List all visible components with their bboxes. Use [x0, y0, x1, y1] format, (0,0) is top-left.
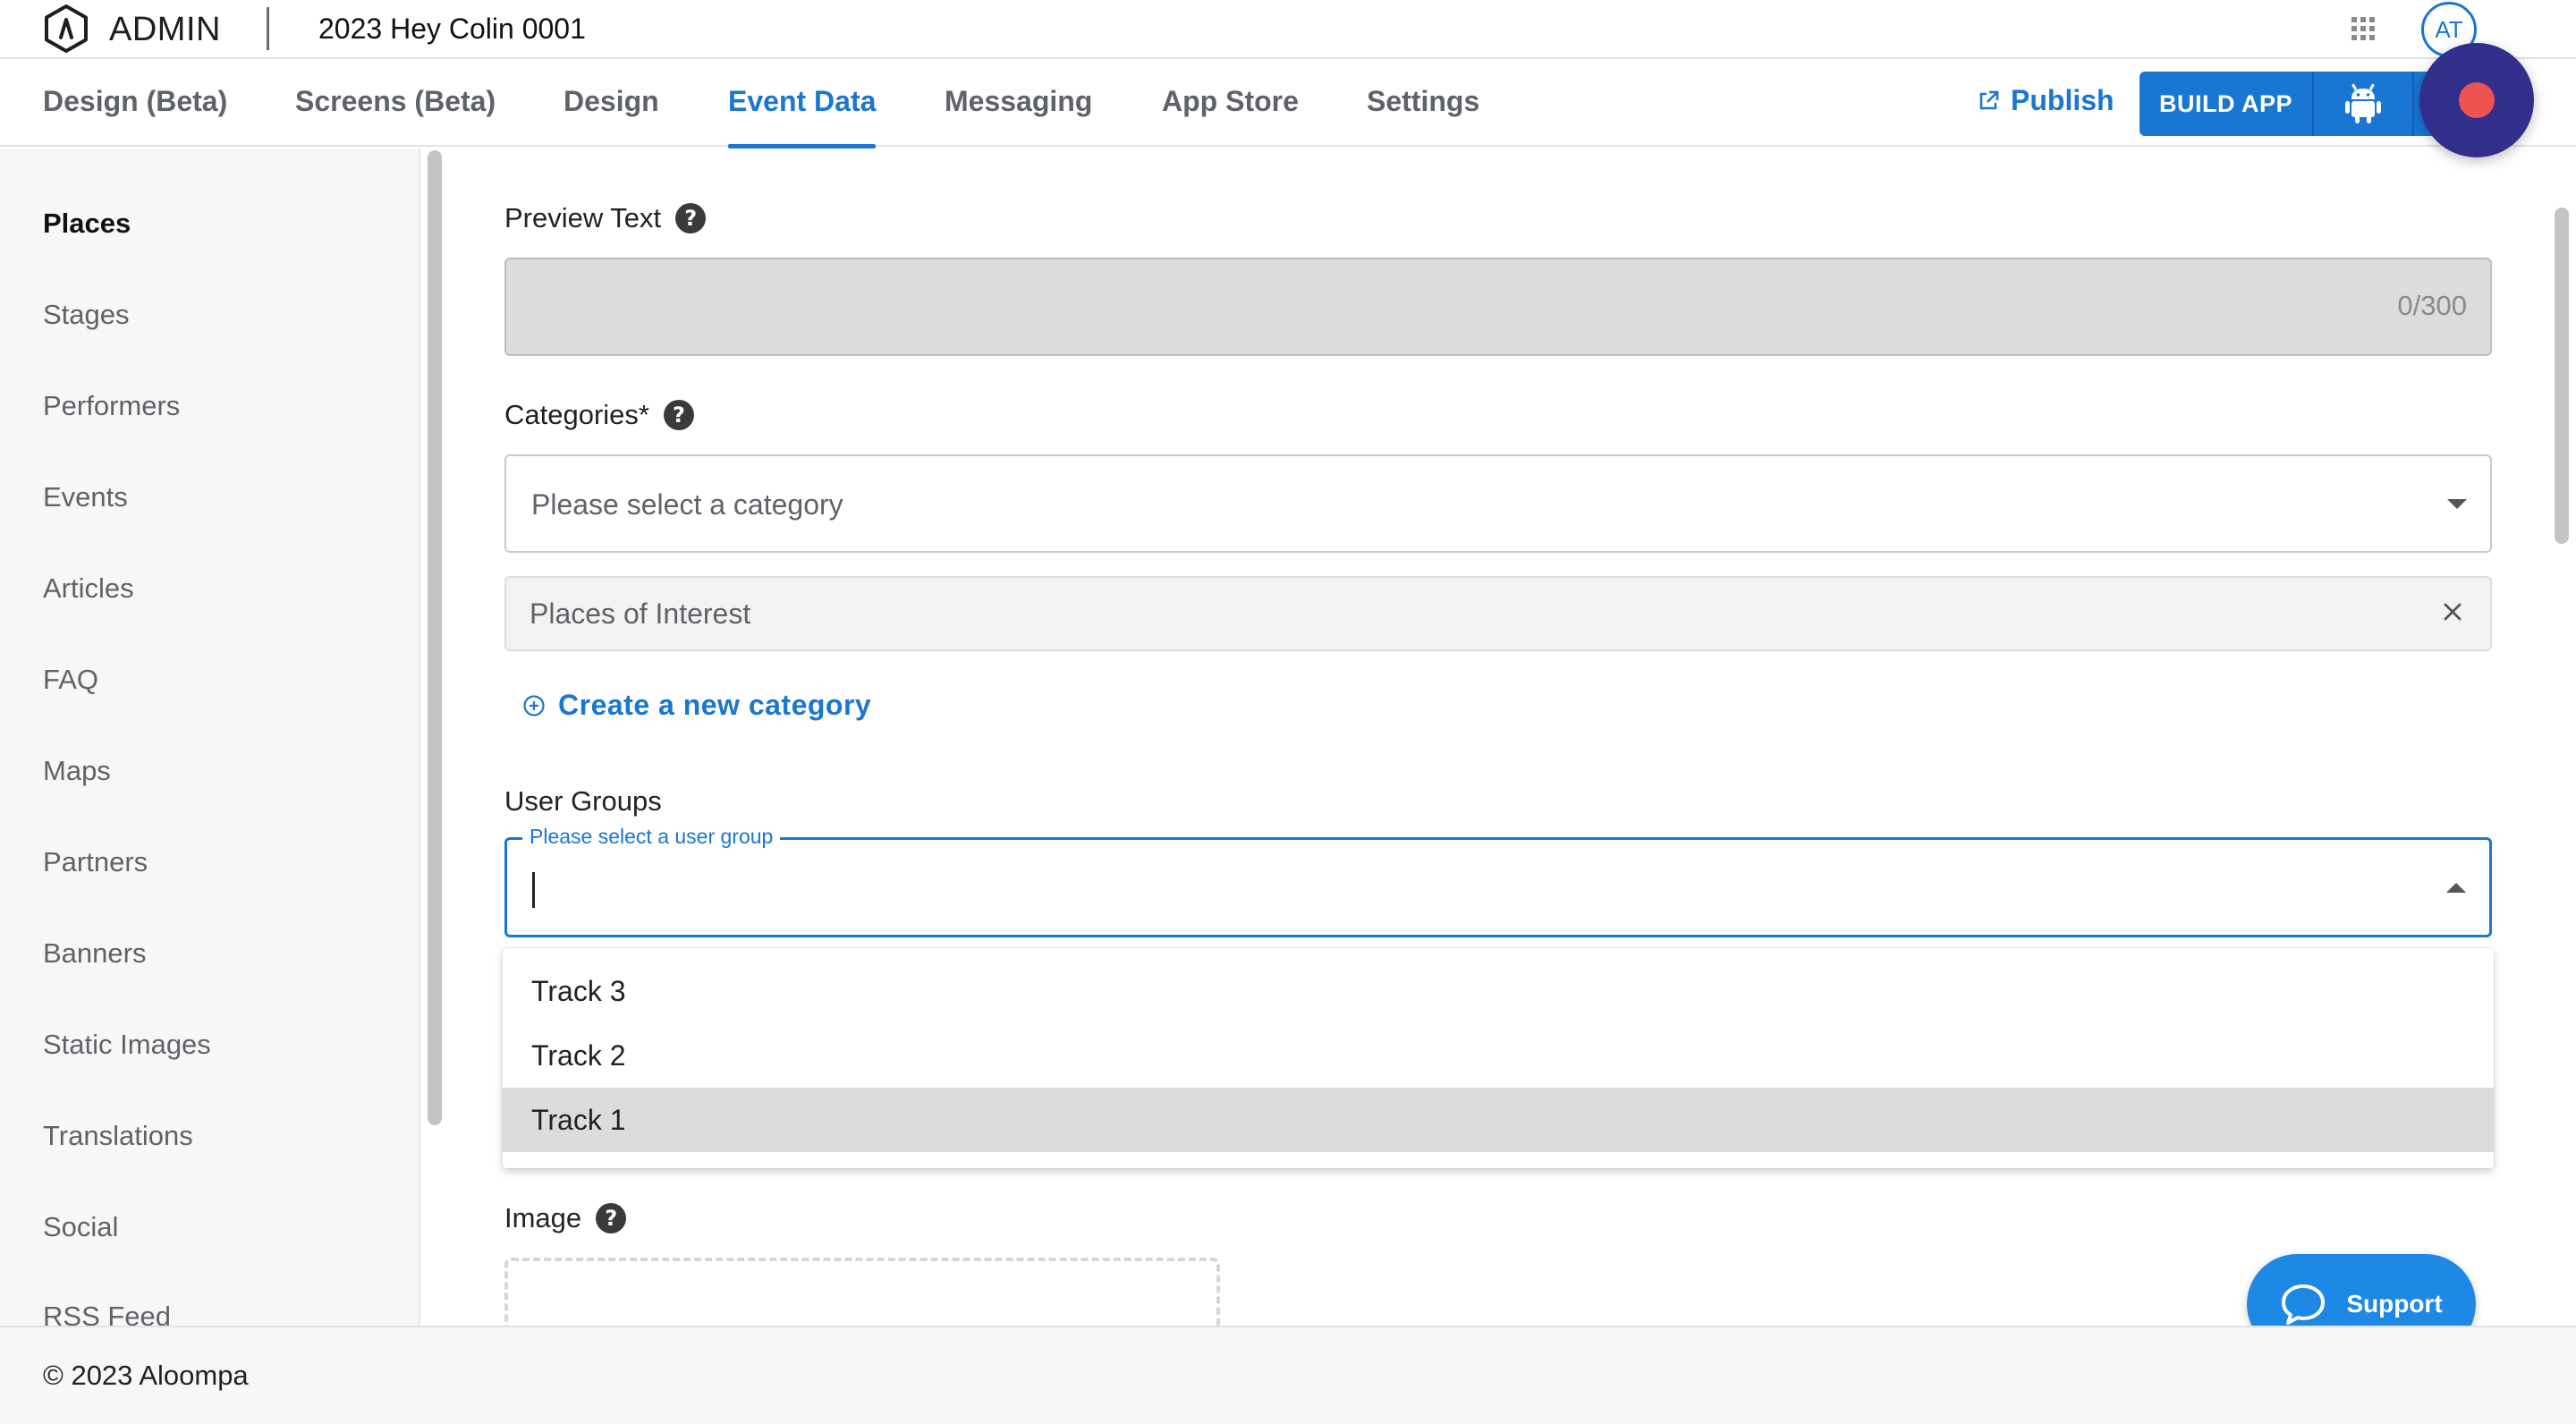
user-group-dropdown: Track 3 Track 2 Track 1 [503, 948, 2494, 1168]
apps-grid-icon[interactable] [2349, 14, 2377, 43]
record-dot-icon [2459, 82, 2495, 118]
build-button-group: BUILD APP [2140, 72, 2469, 136]
remove-category-button[interactable] [2433, 592, 2472, 631]
sidebar-item-articles[interactable]: Articles [43, 572, 134, 605]
dropdown-option-track-2[interactable]: Track 2 [503, 1023, 2494, 1088]
close-icon [2444, 603, 2462, 621]
tab-settings[interactable]: Settings [1367, 61, 1479, 147]
sidebar-item-static-images[interactable]: Static Images [43, 1029, 211, 1061]
publish-link[interactable]: Publish [1977, 84, 2114, 117]
sidebar-item-translations[interactable]: Translations [43, 1120, 193, 1152]
help-icon[interactable]: ? [675, 203, 707, 233]
sidebar-item-banners[interactable]: Banners [43, 937, 146, 970]
support-label: Support [2346, 1290, 2443, 1318]
main-scrollbar[interactable] [2555, 208, 2569, 544]
copyright-text: © 2023 Aloompa [43, 1360, 249, 1391]
main-nav: Design (Beta) Screens (Beta) Design Even… [0, 61, 2576, 148]
sidebar-item-performers[interactable]: Performers [43, 390, 180, 422]
user-group-floating-label: Please select a user group [522, 825, 781, 849]
publish-label: Publish [2011, 84, 2114, 116]
create-category-link[interactable]: Create a new category [522, 689, 871, 722]
selected-category-chip: Places of Interest [504, 576, 2492, 651]
sidebar-item-stages[interactable]: Stages [43, 299, 130, 331]
sidebar-scrollbar[interactable] [428, 150, 442, 1125]
create-category-label: Create a new category [558, 689, 872, 721]
sidebar-item-events[interactable]: Events [43, 481, 128, 513]
selected-category-label: Places of Interest [530, 598, 751, 630]
dropdown-option-track-3[interactable]: Track 3 [503, 959, 2494, 1023]
tab-screens-beta[interactable]: Screens (Beta) [295, 61, 496, 147]
categories-label-text: Categories* [504, 399, 649, 430]
android-icon [2345, 83, 2382, 123]
sidebar-item-rss-feed[interactable]: RSS Feed [43, 1301, 171, 1326]
top-bar: ADMIN 2023 Hey Colin 0001 AT [0, 0, 2576, 59]
build-android-button[interactable] [2314, 72, 2415, 136]
text-cursor [532, 872, 535, 908]
tab-event-data[interactable]: Event Data [728, 61, 877, 148]
preview-text-field[interactable]: 0/300 [504, 258, 2492, 356]
sidebar: Places Stages Performers Events Articles… [0, 148, 420, 1326]
tab-design[interactable]: Design [564, 61, 659, 147]
admin-label: ADMIN [109, 11, 221, 48]
tab-app-store[interactable]: App Store [1162, 61, 1299, 147]
image-label: Image ? [504, 1202, 627, 1234]
footer: © 2023 Aloompa [0, 1326, 2576, 1424]
header-divider [267, 7, 269, 50]
preview-text-label: Preview Text ? [504, 202, 707, 234]
sidebar-item-faq[interactable]: FAQ [43, 664, 98, 696]
image-label-text: Image [504, 1202, 582, 1233]
tab-messaging[interactable]: Messaging [945, 61, 1092, 147]
category-select[interactable]: Please select a category [504, 454, 2492, 553]
user-group-select[interactable] [504, 837, 2492, 937]
user-groups-label: User Groups [504, 785, 662, 817]
aloompa-logo-icon [45, 4, 88, 53]
sidebar-item-partners[interactable]: Partners [43, 846, 148, 878]
categories-label: Categories* ? [504, 399, 694, 431]
external-link-icon [1979, 90, 1999, 109]
event-title[interactable]: 2023 Hey Colin 0001 [318, 13, 586, 46]
help-icon[interactable]: ? [663, 400, 694, 430]
chat-bubble-icon [2282, 1284, 2326, 1325]
sidebar-item-maps[interactable]: Maps [43, 755, 111, 787]
dropdown-option-track-1[interactable]: Track 1 [503, 1088, 2494, 1152]
help-icon[interactable]: ? [596, 1203, 627, 1233]
build-app-button[interactable]: BUILD APP [2140, 72, 2315, 136]
sidebar-item-social[interactable]: Social [43, 1211, 118, 1243]
record-button[interactable] [2419, 43, 2534, 157]
category-placeholder: Please select a category [531, 488, 843, 521]
sidebar-item-places[interactable]: Places [43, 208, 131, 240]
tab-design-beta[interactable]: Design (Beta) [43, 61, 227, 147]
character-counter: 0/300 [2397, 290, 2467, 321]
preview-text-label-text: Preview Text [504, 202, 662, 233]
caret-down-icon [2447, 499, 2467, 509]
add-circle-icon [523, 694, 545, 716]
caret-up-icon [2446, 883, 2466, 893]
